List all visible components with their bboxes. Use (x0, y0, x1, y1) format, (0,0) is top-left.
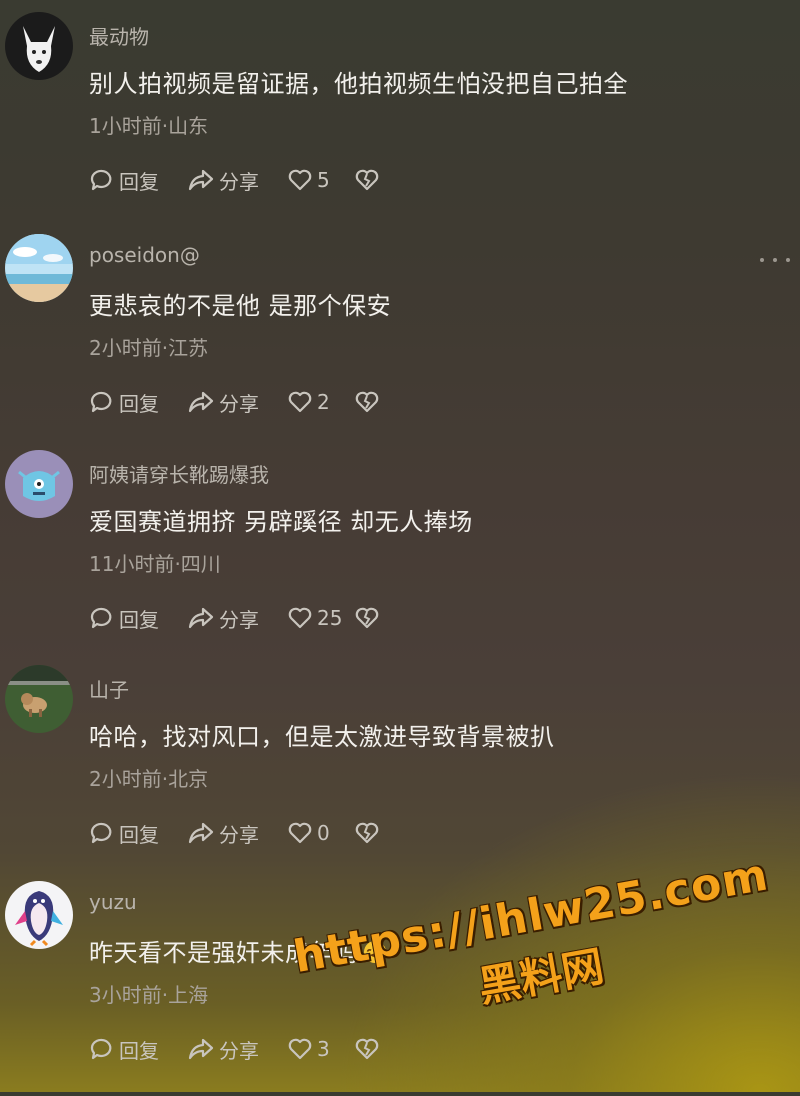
username[interactable]: yuzu (89, 890, 137, 914)
comment-actions: 回复 分享 2 (89, 387, 381, 417)
heart-icon (288, 169, 312, 191)
reply-icon (90, 1038, 112, 1060)
comment-meta: 11小时前·四川 (89, 552, 221, 576)
comment-feed: 最动物 别人拍视频是留证据，他拍视频生怕没把自己拍全 1小时前·山东 回复 分享… (0, 0, 800, 1092)
dislike-button[interactable] (355, 390, 381, 414)
username[interactable]: 最动物 (89, 21, 149, 50)
avatar[interactable] (5, 12, 73, 80)
share-label: 分享 (219, 169, 259, 194)
reply-label: 回复 (119, 822, 159, 847)
blue-monster-icon (5, 450, 73, 518)
more-dot-icon (786, 258, 790, 262)
comment-item: 山子 哈哈，找对风口，但是太激进导致背景被扒 2小时前·北京 回复 分享 0 (0, 665, 800, 880)
share-label: 分享 (219, 607, 259, 632)
share-icon (188, 822, 214, 844)
comment-meta: 2小时前·江苏 (89, 336, 209, 360)
comment-actions: 回复 分享 25 (89, 603, 381, 633)
share-icon (188, 607, 214, 629)
like-count: 25 (317, 606, 343, 630)
like-count: 0 (317, 821, 330, 845)
broken-heart-icon (355, 607, 379, 629)
comment-text-content: 昨天看不是强奸未成年吗 (89, 939, 359, 967)
reply-button[interactable]: 回复 (89, 1035, 187, 1064)
comment-item: 最动物 别人拍视频是留证据，他拍视频生怕没把自己拍全 1小时前·山东 回复 分享… (0, 12, 800, 227)
username[interactable]: poseidon@ (89, 243, 200, 267)
reply-label: 回复 (119, 607, 159, 632)
reply-label: 回复 (119, 391, 159, 416)
broken-heart-icon (355, 391, 379, 413)
like-button[interactable]: 2 (287, 390, 355, 414)
colorful-penguin-icon (5, 881, 73, 949)
share-label: 分享 (219, 822, 259, 847)
share-label: 分享 (219, 1038, 259, 1063)
more-dot-icon (760, 258, 764, 262)
avatar[interactable] (5, 881, 73, 949)
share-icon (188, 1038, 214, 1060)
heart-icon (288, 607, 312, 629)
avatar[interactable] (5, 234, 73, 302)
reply-button[interactable]: 回复 (89, 819, 187, 848)
heart-icon (288, 822, 312, 844)
username[interactable]: 阿姨请穿长靴踢爆我 (89, 459, 269, 488)
comment-actions: 回复 分享 0 (89, 818, 381, 848)
comment-actions: 回复 分享 3 (89, 1034, 381, 1064)
comment-text: 别人拍视频是留证据，他拍视频生怕没把自己拍全 (89, 70, 628, 98)
dislike-button[interactable] (355, 1037, 381, 1061)
white-fox-icon (5, 12, 73, 80)
dislike-button[interactable] (355, 168, 381, 192)
more-dot-icon (773, 258, 777, 262)
share-icon (188, 169, 214, 191)
share-button[interactable]: 分享 (187, 1035, 287, 1064)
reply-button[interactable]: 回复 (89, 388, 187, 417)
comment-actions: 回复 分享 5 (89, 165, 381, 195)
avatar[interactable] (5, 665, 73, 733)
heart-icon (288, 391, 312, 413)
broken-heart-icon (355, 169, 379, 191)
broken-heart-icon (355, 822, 379, 844)
share-button[interactable]: 分享 (187, 166, 287, 195)
more-options-button[interactable] (760, 250, 790, 270)
like-count: 2 (317, 390, 330, 414)
share-button[interactable]: 分享 (187, 604, 287, 633)
comment-meta: 3小时前·上海 (89, 983, 209, 1007)
comment-item: yuzu 昨天看不是强奸未成年吗 3小时前·上海 回复 分享 3 (0, 881, 800, 1096)
username[interactable]: 山子 (89, 674, 129, 703)
like-button[interactable]: 0 (287, 821, 355, 845)
comment-text: 更悲哀的不是他 是那个保安 (89, 292, 392, 320)
share-button[interactable]: 分享 (187, 388, 287, 417)
reply-icon (90, 169, 112, 191)
beach-sky-icon (5, 234, 73, 302)
dog-on-grass-icon (5, 665, 73, 733)
comment-item: 阿姨请穿长靴踢爆我 爱国赛道拥挤 另辟蹊径 却无人捧场 11小时前·四川 回复 … (0, 450, 800, 665)
share-label: 分享 (219, 391, 259, 416)
like-count: 3 (317, 1037, 330, 1061)
like-button[interactable]: 3 (287, 1037, 355, 1061)
reply-button[interactable]: 回复 (89, 604, 187, 633)
comment-meta: 1小时前·山东 (89, 114, 209, 138)
share-button[interactable]: 分享 (187, 819, 287, 848)
reply-icon (90, 607, 112, 629)
like-button[interactable]: 5 (287, 168, 355, 192)
reply-icon (90, 822, 112, 844)
share-icon (188, 391, 214, 413)
comment-meta: 2小时前·北京 (89, 767, 209, 791)
reply-icon (90, 391, 112, 413)
comment-text: 哈哈，找对风口，但是太激进导致背景被扒 (89, 723, 555, 751)
broken-heart-icon (355, 1038, 379, 1060)
reply-label: 回复 (119, 1038, 159, 1063)
comment-text: 爱国赛道拥挤 另辟蹊径 却无人捧场 (89, 508, 473, 536)
rofl-emoji-icon (363, 941, 386, 963)
like-button[interactable]: 25 (287, 606, 355, 630)
dislike-button[interactable] (355, 821, 381, 845)
reply-button[interactable]: 回复 (89, 166, 187, 195)
heart-icon (288, 1038, 312, 1060)
comment-item: poseidon@ 更悲哀的不是他 是那个保安 2小时前·江苏 回复 分享 2 (0, 234, 800, 449)
like-count: 5 (317, 168, 330, 192)
dislike-button[interactable] (355, 606, 381, 630)
avatar[interactable] (5, 450, 73, 518)
comment-text: 昨天看不是强奸未成年吗 (89, 933, 387, 968)
reply-label: 回复 (119, 169, 159, 194)
